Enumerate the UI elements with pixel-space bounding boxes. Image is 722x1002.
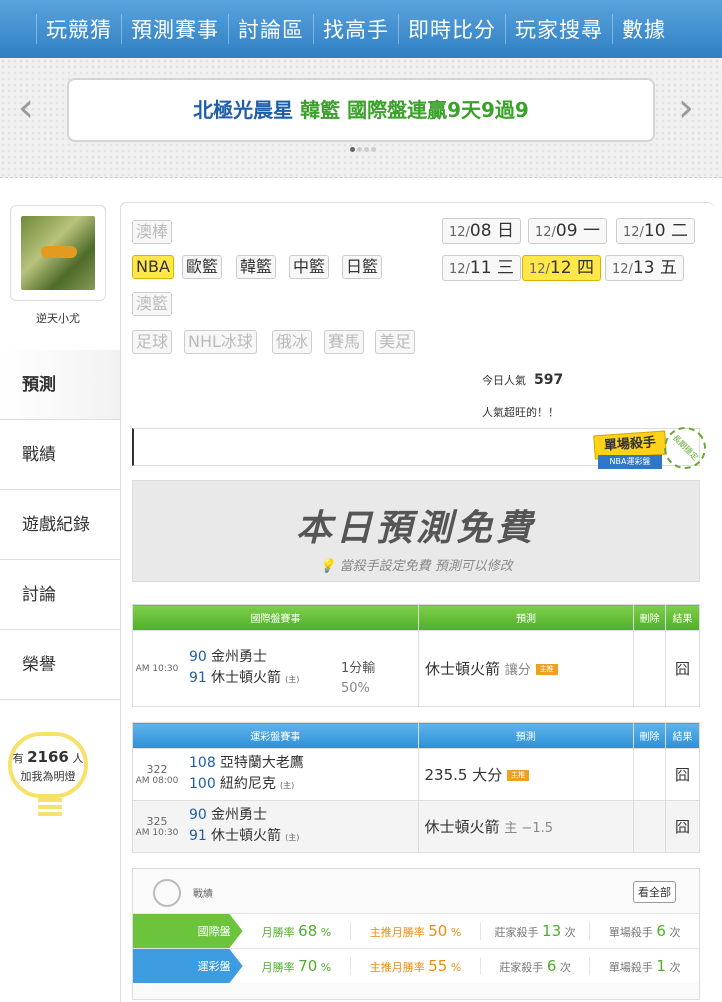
banner-highlight: 韓籃 國際盤連贏9天9過9 bbox=[300, 98, 529, 122]
nav-play[interactable]: 玩競猜 bbox=[36, 14, 121, 44]
killer-badge: 單場殺手 NBA運彩盤 長期穩定 bbox=[593, 418, 715, 485]
nav-experts[interactable]: 找高手 bbox=[313, 14, 398, 44]
record-panel: 戰績 看全部 國際盤 月勝率 68 % 主推月勝率 50 % 莊家殺手 13 次單場殺… bbox=[132, 868, 700, 1000]
banner-expert-name: 北極光晨星 bbox=[193, 98, 294, 122]
record-label: 戰績 bbox=[193, 889, 213, 900]
popularity: 今日人氣 597 bbox=[482, 372, 564, 388]
date-button[interactable]: 12/10 二 bbox=[616, 218, 695, 244]
promo-banner: ‹ 北極光晨星 韓籃 國際盤連贏9天9過9 › bbox=[0, 58, 722, 178]
nav-live-score[interactable]: 即時比分 bbox=[398, 14, 505, 44]
nav-forum[interactable]: 討論區 bbox=[228, 14, 313, 44]
nav-predict[interactable]: 預測賽事 bbox=[121, 14, 228, 44]
tab-game-log[interactable]: 遊戲紀錄 bbox=[0, 490, 120, 560]
tab-predict[interactable]: 預測 bbox=[0, 350, 120, 420]
date-button[interactable]: 12/11 三 bbox=[442, 255, 521, 281]
tab-honor[interactable]: 榮譽 bbox=[0, 630, 120, 700]
sport-chip[interactable]: 足球 bbox=[132, 330, 173, 354]
user-name: 逆天小尤 bbox=[36, 312, 80, 325]
sport-chip[interactable]: 日籃 bbox=[342, 255, 383, 279]
lightbulb-icon: 💡 bbox=[319, 559, 336, 574]
sport-chip[interactable]: 中籃 bbox=[289, 255, 330, 279]
tab-discuss[interactable]: 討論 bbox=[0, 560, 120, 630]
record-row: 運彩盤 月勝率 70 % 主推月勝率 55 % 莊家殺手 6 次單場殺手 1 次 bbox=[133, 948, 699, 983]
banner-next-icon[interactable]: › bbox=[678, 88, 694, 128]
intl-table: 國際盤賽事 預測 刪除 結果 AM 10:30 90 金州勇士 91 休士頓火箭… bbox=[132, 604, 700, 707]
banner-card[interactable]: 北極光晨星 韓籃 國際盤連贏9天9過9 bbox=[67, 78, 655, 142]
nav-data[interactable]: 數據 bbox=[612, 14, 675, 44]
delete-cell[interactable] bbox=[633, 748, 667, 801]
top-nav: 玩競猜 預測賽事 討論區 找高手 即時比分 玩家搜尋 數據 bbox=[0, 0, 722, 58]
sport-chip[interactable]: 美足 bbox=[375, 330, 416, 354]
view-all-button[interactable]: 看全部 bbox=[633, 881, 676, 903]
table-row: 325 AM 10:30 90 金州勇士 91 休士頓火箭 (主) 休士頓火箭 主… bbox=[132, 800, 700, 853]
sport-chip[interactable]: 澳籃 bbox=[132, 292, 173, 316]
avatar[interactable] bbox=[10, 205, 106, 301]
free-title: 本日預測免費 bbox=[295, 507, 536, 549]
popularity-note: 人氣超旺的！！ bbox=[482, 406, 559, 419]
target-icon bbox=[153, 879, 181, 907]
table-row: 322 AM 08:00 108 亞特蘭大老鷹 100 紐約尼克 (主) 235.… bbox=[132, 748, 700, 801]
sport-chip[interactable]: 歐籃 bbox=[182, 255, 223, 279]
sport-table: 運彩盤賽事 預測 刪除 結果 322 AM 08:00 108 亞特蘭大老鷹 10… bbox=[132, 722, 700, 853]
banner-pager bbox=[350, 147, 376, 152]
date-button[interactable]: 12/13 五 bbox=[605, 255, 684, 281]
date-button[interactable]: 12/08 日 bbox=[442, 218, 521, 244]
free-subtitle: 💡 當殺手設定免費 預測可以修改 bbox=[319, 559, 513, 574]
tab-record[interactable]: 戰績 bbox=[0, 420, 120, 490]
record-row: 國際盤 月勝率 68 % 主推月勝率 50 % 莊家殺手 13 次單場殺手 6 次 bbox=[133, 913, 699, 948]
follower-count: 有 2166 人 bbox=[12, 748, 84, 766]
table-row: AM 10:30 90 金州勇士 91 休士頓火箭 (主) 1分輸 50% 休士頓… bbox=[132, 630, 700, 707]
nav-player-search[interactable]: 玩家搜尋 bbox=[505, 14, 612, 44]
side-menu: 預測 戰績 遊戲紀錄 討論 榮譽 bbox=[0, 350, 120, 700]
date-button[interactable]: 12/09 一 bbox=[528, 218, 607, 244]
sport-chip[interactable]: 賽馬 bbox=[324, 330, 365, 354]
result-cell: 囧 bbox=[665, 630, 700, 707]
avatar-image bbox=[21, 216, 95, 290]
banner-prev-icon[interactable]: ‹ bbox=[18, 88, 34, 128]
date-button[interactable]: 12/12 四 bbox=[522, 255, 601, 281]
sport-chip[interactable]: 澳棒 bbox=[132, 220, 173, 244]
sport-chip[interactable]: 俄冰 bbox=[272, 330, 313, 354]
sport-chip[interactable]: NHL冰球 bbox=[184, 330, 257, 354]
sport-chip[interactable]: 韓籃 bbox=[236, 255, 277, 279]
follow-label: 加我為明燈 bbox=[20, 770, 76, 783]
delete-cell[interactable] bbox=[633, 800, 667, 853]
delete-cell[interactable] bbox=[633, 630, 667, 707]
sport-chip[interactable]: NBA bbox=[132, 255, 174, 279]
free-notice: 本日預測免費 💡 當殺手設定免費 預測可以修改 bbox=[132, 480, 700, 582]
bulb-icon[interactable]: 有 2166 人 加我為明燈 bbox=[8, 732, 88, 832]
